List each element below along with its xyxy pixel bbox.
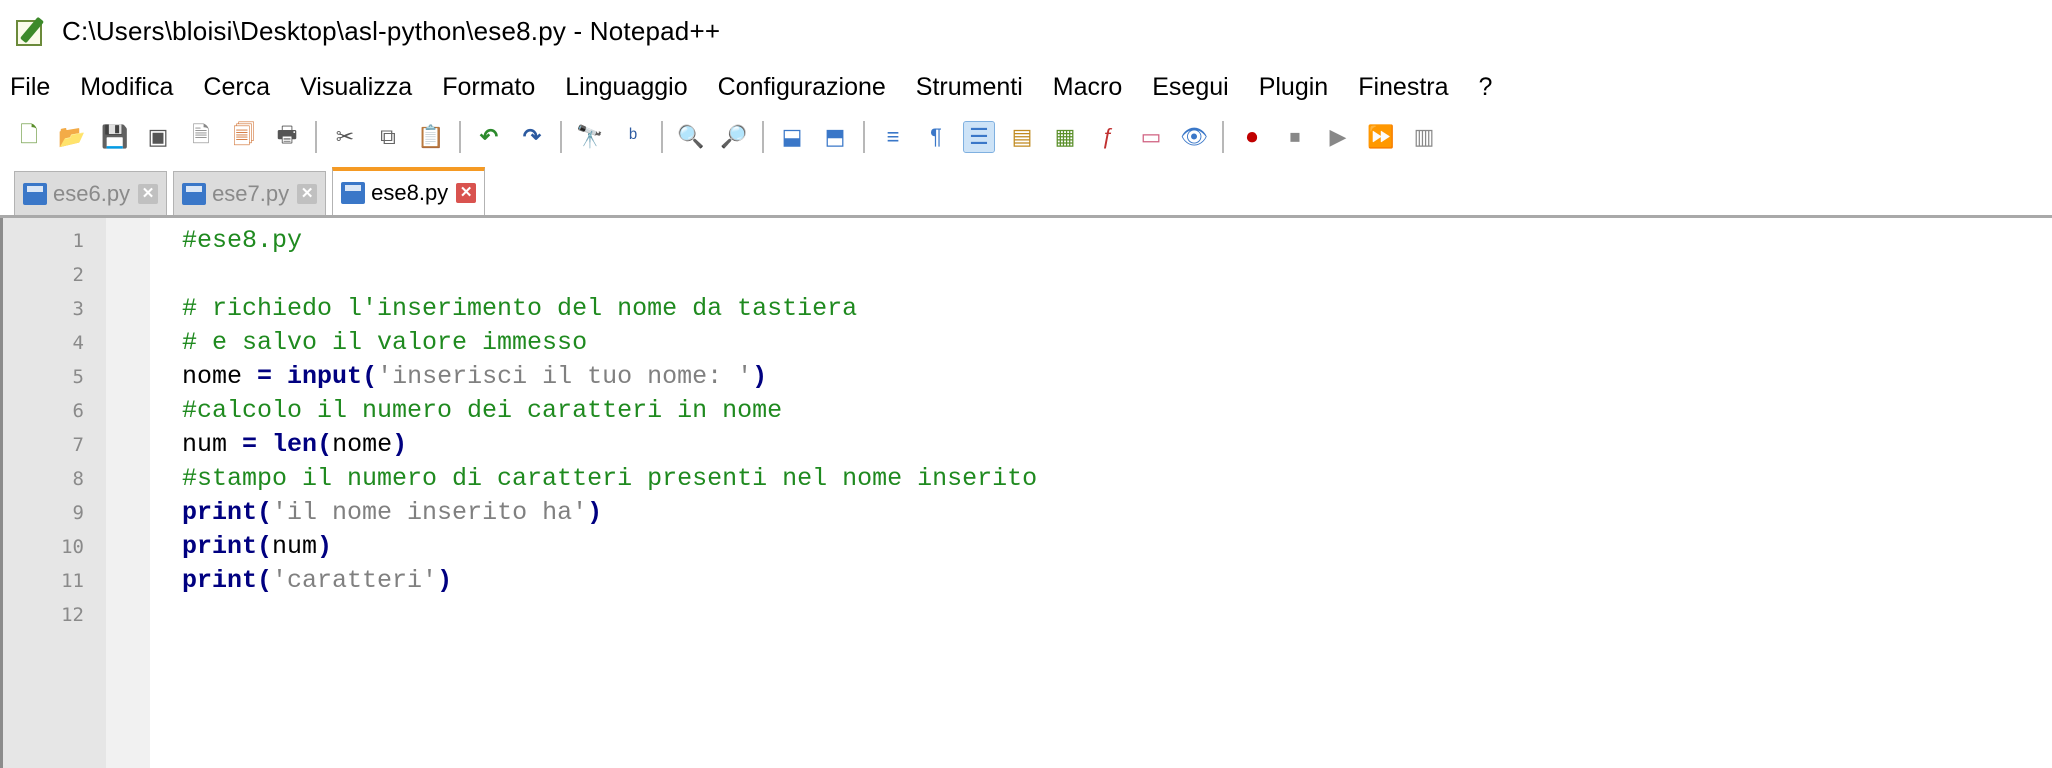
- line-number: 4: [72, 332, 84, 354]
- code-line[interactable]: #ese8.py: [182, 224, 2052, 258]
- menu-formato[interactable]: Formato: [442, 73, 535, 102]
- tab-close-icon[interactable]: ✕: [297, 183, 318, 204]
- folder-workspace-icon[interactable]: ▭: [1136, 122, 1166, 152]
- menu-modifica[interactable]: Modifica: [80, 73, 173, 102]
- new-file-icon[interactable]: 🗋: [14, 122, 44, 152]
- tab-label: ese6.py: [53, 180, 131, 206]
- line-number: 8: [72, 468, 84, 490]
- paste-icon[interactable]: 📋: [416, 122, 446, 152]
- line-number: 10: [61, 536, 84, 558]
- toolbar-separator: [459, 121, 461, 153]
- stop-macro-icon[interactable]: ⏹: [1280, 122, 1310, 152]
- menu-bar: File Modifica Cerca Visualizza Formato L…: [0, 62, 2052, 112]
- code-line[interactable]: print('caratteri'): [182, 564, 2052, 598]
- menu-strumenti[interactable]: Strumenti: [916, 73, 1023, 102]
- word-wrap-icon[interactable]: ≡: [878, 122, 908, 152]
- close-icon[interactable]: 🗎: [186, 122, 216, 152]
- monitoring-icon[interactable]: 👁: [1179, 122, 1209, 152]
- menu-macro[interactable]: Macro: [1053, 73, 1122, 102]
- toolbar-separator: [762, 121, 764, 153]
- play-macro-icon[interactable]: ▶: [1323, 122, 1353, 152]
- line-number: 1: [72, 230, 84, 252]
- code-line[interactable]: # e salvo il valore immesso: [182, 326, 2052, 360]
- toolbar: 🗋 📂 💾 ▣ 🗎 🗐 🖶 ✂ ⧉ 📋 ↶ ↷ 🔭 ᵇ 🔍 🔎 ⬓ ⬒ ≡ ¶ …: [0, 112, 2052, 162]
- close-all-icon[interactable]: 🗐: [229, 122, 259, 152]
- line-number: 2: [72, 264, 84, 286]
- code-line[interactable]: [182, 598, 2052, 632]
- menu-plugin[interactable]: Plugin: [1259, 73, 1329, 102]
- file-saved-icon: [341, 182, 366, 204]
- fold-margin[interactable]: [106, 218, 150, 768]
- line-number: 6: [72, 400, 84, 422]
- line-number: 9: [72, 502, 84, 524]
- code-area[interactable]: #ese8.py # richiedo l'inserimento del no…: [150, 218, 2052, 768]
- code-line[interactable]: #calcolo il numero dei caratteri in nome: [182, 394, 2052, 428]
- menu-visualizza[interactable]: Visualizza: [300, 73, 412, 102]
- record-macro-icon[interactable]: ⏺: [1237, 122, 1267, 152]
- code-line[interactable]: nome = input('inserisci il tuo nome: '): [182, 360, 2052, 394]
- tab-ese8[interactable]: ese8.py ✕: [332, 167, 486, 215]
- save-icon[interactable]: 💾: [100, 122, 130, 152]
- function-list-icon[interactable]: ƒ: [1093, 122, 1123, 152]
- file-saved-icon: [23, 182, 47, 205]
- find-icon[interactable]: 🔭: [575, 122, 605, 152]
- menu-file[interactable]: File: [10, 73, 50, 102]
- udl-icon[interactable]: ▤: [1007, 122, 1037, 152]
- line-number: 12: [61, 604, 84, 626]
- menu-configurazione[interactable]: Configurazione: [718, 73, 886, 102]
- tab-close-icon[interactable]: ✕: [138, 183, 159, 204]
- menu-help[interactable]: ?: [1479, 73, 1493, 102]
- line-number: 11: [61, 570, 84, 592]
- toolbar-separator: [315, 121, 317, 153]
- zoom-out-icon[interactable]: 🔎: [719, 122, 749, 152]
- notepad-plus-plus-icon: [16, 16, 48, 46]
- zoom-in-icon[interactable]: 🔍: [676, 122, 706, 152]
- code-line[interactable]: print('il nome inserito ha'): [182, 496, 2052, 530]
- open-file-icon[interactable]: 📂: [57, 122, 87, 152]
- editor[interactable]: 1 2 3 4 5 6 7 8 9 10 11 12 #ese8.py # ri…: [0, 218, 2052, 768]
- line-number: 7: [72, 434, 84, 456]
- indent-guide-icon[interactable]: ☰: [963, 121, 995, 153]
- file-saved-icon: [182, 182, 207, 205]
- redo-icon[interactable]: ↷: [517, 122, 547, 152]
- replace-icon[interactable]: ᵇ: [618, 122, 648, 152]
- tab-close-icon[interactable]: ✕: [456, 183, 477, 203]
- sync-vertical-icon[interactable]: ⬓: [777, 122, 807, 152]
- toolbar-separator: [863, 121, 865, 153]
- tab-bar: ese6.py ✕ ese7.py ✕ ese8.py ✕: [0, 162, 2052, 218]
- line-number-gutter: 1 2 3 4 5 6 7 8 9 10 11 12: [3, 218, 106, 768]
- menu-cerca[interactable]: Cerca: [203, 73, 270, 102]
- menu-finestra[interactable]: Finestra: [1358, 73, 1448, 102]
- doc-map-icon[interactable]: ▦: [1050, 122, 1080, 152]
- code-line[interactable]: [182, 258, 2052, 292]
- tab-label: ese8.py: [371, 180, 449, 205]
- line-number: 5: [72, 366, 84, 388]
- save-all-icon[interactable]: ▣: [143, 122, 173, 152]
- tab-ese7[interactable]: ese7.py ✕: [173, 171, 327, 215]
- toolbar-separator: [1222, 121, 1224, 153]
- title-bar: C:\Users\bloisi\Desktop\asl-python\ese8.…: [0, 0, 2052, 62]
- save-macro-icon[interactable]: ▥: [1409, 122, 1439, 152]
- toolbar-separator: [560, 121, 562, 153]
- line-number: 3: [72, 298, 84, 320]
- show-all-chars-icon[interactable]: ¶: [921, 122, 951, 152]
- code-line[interactable]: print(num): [182, 530, 2052, 564]
- sync-horizontal-icon[interactable]: ⬒: [820, 122, 850, 152]
- toolbar-separator: [661, 121, 663, 153]
- window-title: C:\Users\bloisi\Desktop\asl-python\ese8.…: [62, 15, 721, 46]
- menu-linguaggio[interactable]: Linguaggio: [565, 73, 687, 102]
- code-line[interactable]: num = len(nome): [182, 428, 2052, 462]
- tab-label: ese7.py: [212, 180, 290, 206]
- tab-ese6[interactable]: ese6.py ✕: [14, 171, 168, 215]
- run-macro-multiple-icon[interactable]: ⏩: [1366, 122, 1396, 152]
- copy-icon[interactable]: ⧉: [373, 122, 403, 152]
- cut-icon[interactable]: ✂: [330, 122, 360, 152]
- undo-icon[interactable]: ↶: [474, 122, 504, 152]
- code-line[interactable]: # richiedo l'inserimento del nome da tas…: [182, 292, 2052, 326]
- code-line[interactable]: #stampo il numero di caratteri presenti …: [182, 462, 2052, 496]
- print-icon[interactable]: 🖶: [272, 122, 302, 152]
- menu-esegui[interactable]: Esegui: [1152, 73, 1228, 102]
